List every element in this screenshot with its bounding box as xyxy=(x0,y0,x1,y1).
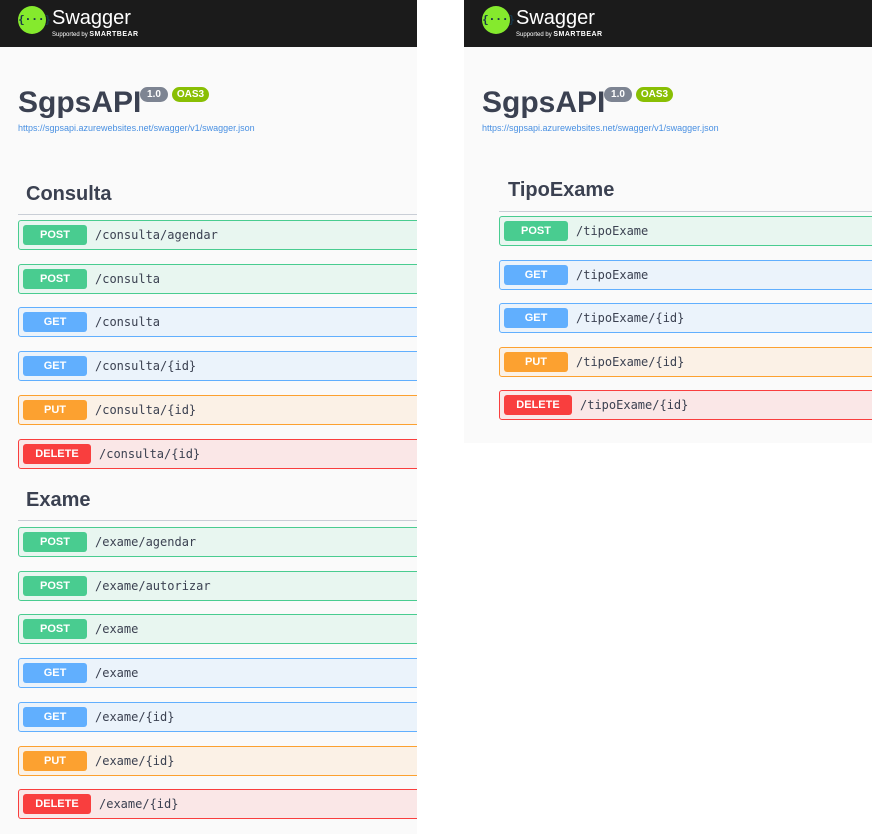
operation-path[interactable]: /exame/{id} xyxy=(95,710,174,724)
company-name: SMARTBEAR xyxy=(89,31,139,38)
operation-delete-row[interactable]: DELETE/exame/{id} xyxy=(18,789,417,820)
operation-post-row[interactable]: POST/exame xyxy=(18,614,417,645)
operation-path[interactable]: /exame/{id} xyxy=(95,754,174,768)
method-badge[interactable]: GET xyxy=(504,264,568,285)
method-badge[interactable]: GET xyxy=(23,356,87,377)
method-badge[interactable]: POST xyxy=(23,268,87,289)
method-badge[interactable]: GET xyxy=(23,663,87,684)
method-badge[interactable]: GET xyxy=(23,312,87,333)
oas-badge: OAS3 xyxy=(172,87,209,102)
operation-path[interactable]: /exame/autorizar xyxy=(95,579,211,593)
method-badge[interactable]: DELETE xyxy=(504,395,572,415)
operation-path[interactable]: /consulta/{id} xyxy=(99,447,200,461)
topbar: {···} Swagger Supported by SMARTBEAR xyxy=(0,0,417,47)
operation-delete-row[interactable]: DELETE/consulta/{id} xyxy=(18,438,417,469)
section-title-consulta[interactable]: Consulta xyxy=(26,183,112,206)
operation-get-row[interactable]: GET/exame/{id} xyxy=(18,701,417,732)
operation-get-row[interactable]: GET/consulta/{id} xyxy=(18,351,417,382)
operation-path[interactable]: /consulta xyxy=(95,272,160,286)
section-title-exame[interactable]: Exame xyxy=(26,489,91,512)
operation-put-row[interactable]: PUT/exame/{id} xyxy=(18,745,417,776)
method-badge[interactable]: PUT xyxy=(23,399,87,420)
swagger-logo-icon[interactable]: {···} xyxy=(482,6,515,34)
method-badge[interactable]: PUT xyxy=(504,351,568,372)
method-badge[interactable]: DELETE xyxy=(23,794,91,815)
oas-badge: OAS3 xyxy=(636,87,673,102)
operation-path[interactable]: /consulta/{id} xyxy=(95,359,196,373)
method-badge[interactable]: GET xyxy=(23,706,87,727)
company-name: SMARTBEAR xyxy=(553,31,603,38)
supported-by-text: Supported by xyxy=(52,32,88,38)
operation-delete-row[interactable]: DELETE/tipoExame/{id} xyxy=(499,390,872,420)
operation-path[interactable]: /tipoExame xyxy=(576,268,648,282)
operation-path[interactable]: /tipoExame/{id} xyxy=(576,355,684,369)
operation-path[interactable]: /exame/agendar xyxy=(95,535,196,549)
api-title: SgpsAPI xyxy=(482,86,606,119)
spec-url-link[interactable]: https://sgpsapi.azurewebsites.net/swagge… xyxy=(18,123,255,133)
operation-get-row[interactable]: GET/consulta xyxy=(18,307,417,338)
operation-put-row[interactable]: PUT/consulta/{id} xyxy=(18,394,417,425)
method-badge[interactable]: POST xyxy=(23,619,87,640)
operation-post-row[interactable]: POST/exame/autorizar xyxy=(18,570,417,601)
operation-post-row[interactable]: POST/exame/agendar xyxy=(18,527,417,557)
operation-path[interactable]: /exame xyxy=(95,622,138,636)
swagger-logo-icon[interactable]: {···} xyxy=(18,6,51,34)
swagger-panel-right: {···} Swagger Supported by SMARTBEAR Sgp… xyxy=(464,0,872,443)
operation-path[interactable]: /consulta/agendar xyxy=(95,228,218,242)
method-badge[interactable]: PUT xyxy=(23,750,87,771)
method-badge[interactable]: GET xyxy=(504,308,568,328)
version-badge: 1.0 xyxy=(140,87,168,102)
method-badge[interactable]: POST xyxy=(23,532,87,552)
operation-path[interactable]: /tipoExame/{id} xyxy=(580,398,688,412)
supported-by-text: Supported by xyxy=(516,32,552,38)
spec-url-link[interactable]: https://sgpsapi.azurewebsites.net/swagge… xyxy=(482,123,719,133)
operation-post-row[interactable]: POST/tipoExame xyxy=(499,216,872,246)
method-badge[interactable]: POST xyxy=(23,225,87,245)
operation-post-row[interactable]: POST/consulta/agendar xyxy=(18,220,417,250)
method-badge[interactable]: POST xyxy=(23,575,87,596)
operation-path[interactable]: /tipoExame xyxy=(576,224,648,238)
operation-get-row[interactable]: GET/exame xyxy=(18,658,417,689)
operation-put-row[interactable]: PUT/tipoExame/{id} xyxy=(499,346,872,377)
operation-get-row[interactable]: GET/tipoExame xyxy=(499,259,872,290)
brand-name[interactable]: Swagger xyxy=(516,7,595,29)
swagger-panel-left: {···} Swagger Supported by SMARTBEAR Sgp… xyxy=(0,0,417,834)
version-badge: 1.0 xyxy=(604,87,632,102)
operation-path[interactable]: /tipoExame/{id} xyxy=(576,311,684,325)
operation-get-row[interactable]: GET/tipoExame/{id} xyxy=(499,303,872,333)
method-badge[interactable]: DELETE xyxy=(23,443,91,464)
section-divider xyxy=(18,214,417,215)
method-badge[interactable]: POST xyxy=(504,221,568,241)
section-divider xyxy=(499,211,872,212)
topbar: {···} Swagger Supported by SMARTBEAR xyxy=(464,0,872,47)
brand-tagline: Supported by SMARTBEAR xyxy=(52,31,139,39)
operation-path[interactable]: /consulta xyxy=(95,315,160,329)
brand-name[interactable]: Swagger xyxy=(52,7,131,29)
api-title: SgpsAPI xyxy=(18,86,142,119)
operation-path[interactable]: /exame/{id} xyxy=(99,797,178,811)
operation-path[interactable]: /consulta/{id} xyxy=(95,403,196,417)
operation-path[interactable]: /exame xyxy=(95,666,138,680)
operation-post-row[interactable]: POST/consulta xyxy=(18,263,417,294)
section-title-tipoexame[interactable]: TipoExame xyxy=(508,179,614,202)
brand-tagline: Supported by SMARTBEAR xyxy=(516,31,603,39)
section-divider xyxy=(18,520,417,521)
